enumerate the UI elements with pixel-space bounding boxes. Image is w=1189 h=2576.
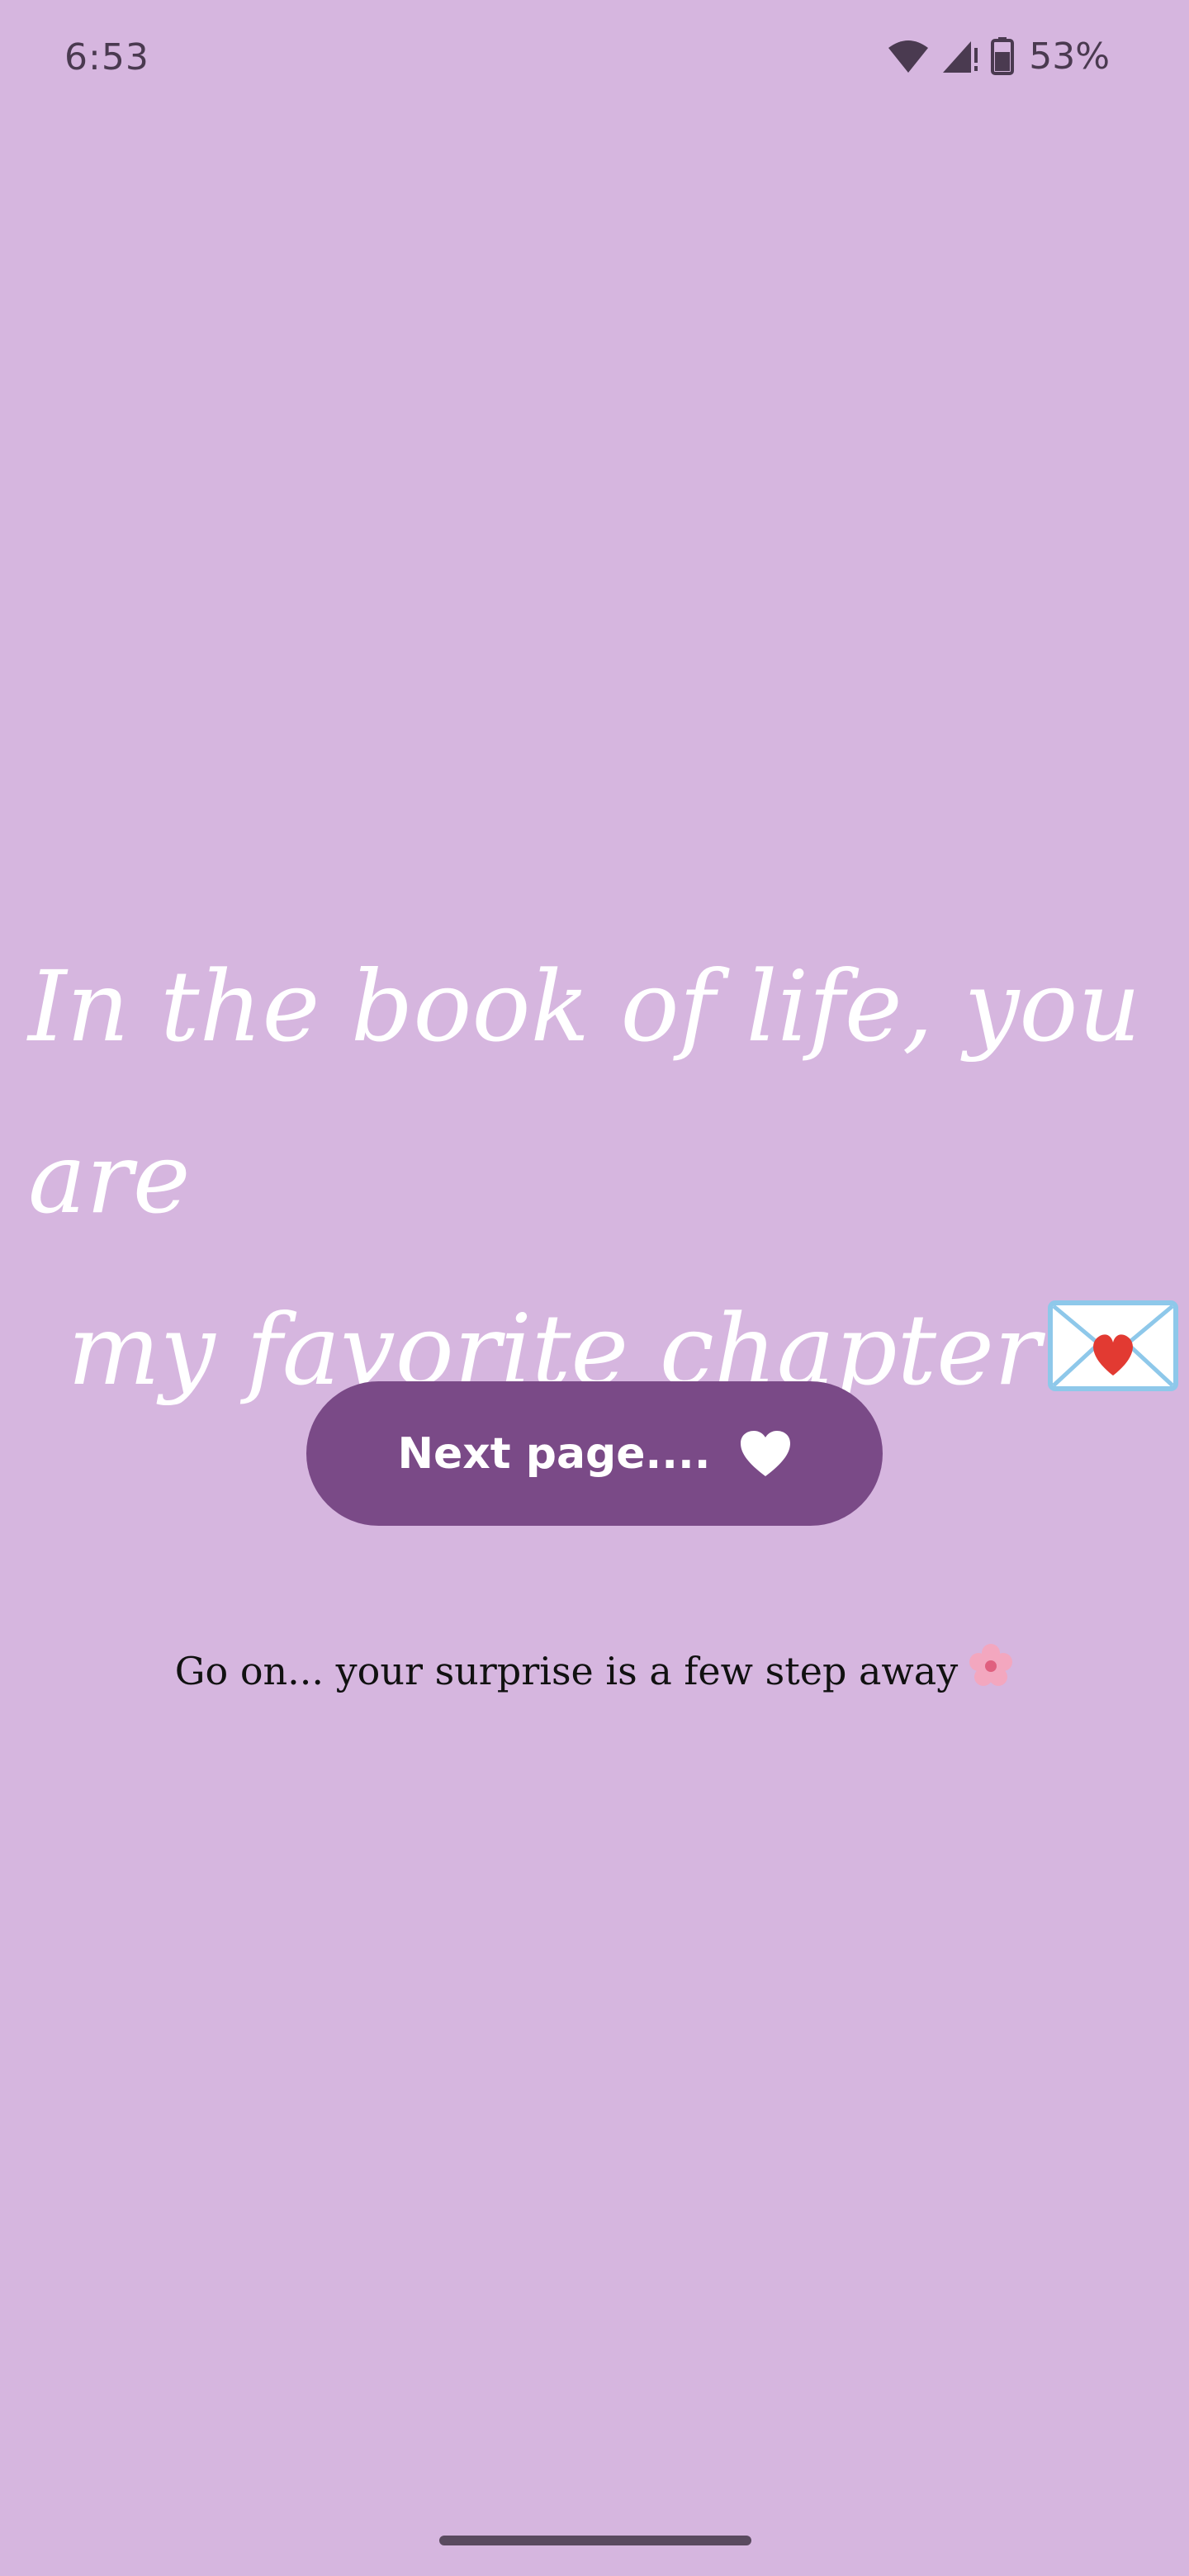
hint-text: Go on... your surprise is a few step awa… — [174, 1649, 959, 1693]
next-page-label: Next page.... — [397, 1428, 711, 1479]
home-indicator[interactable] — [439, 2536, 751, 2545]
battery-percent: 53% — [1029, 35, 1110, 78]
headline: In the book of life, you are my favorite… — [17, 921, 1184, 1444]
wifi-icon — [888, 40, 929, 73]
cellular-signal-icon — [943, 41, 978, 73]
status-time: 6:53 — [64, 36, 149, 78]
status-icons: 53% — [887, 33, 1110, 79]
heart-icon — [740, 1430, 790, 1476]
status-bar: 6:53 53% — [0, 0, 1189, 116]
battery-icon — [991, 37, 1015, 75]
envelope-with-heart-icon — [1047, 1272, 1179, 1444]
cherry-blossom-icon — [968, 1643, 1014, 1698]
next-page-button[interactable]: Next page.... — [306, 1381, 883, 1526]
hint-text-wrap: Go on... your surprise is a few step awa… — [0, 1643, 1189, 1698]
headline-line-1: In the book of life, you are — [28, 949, 1141, 1235]
